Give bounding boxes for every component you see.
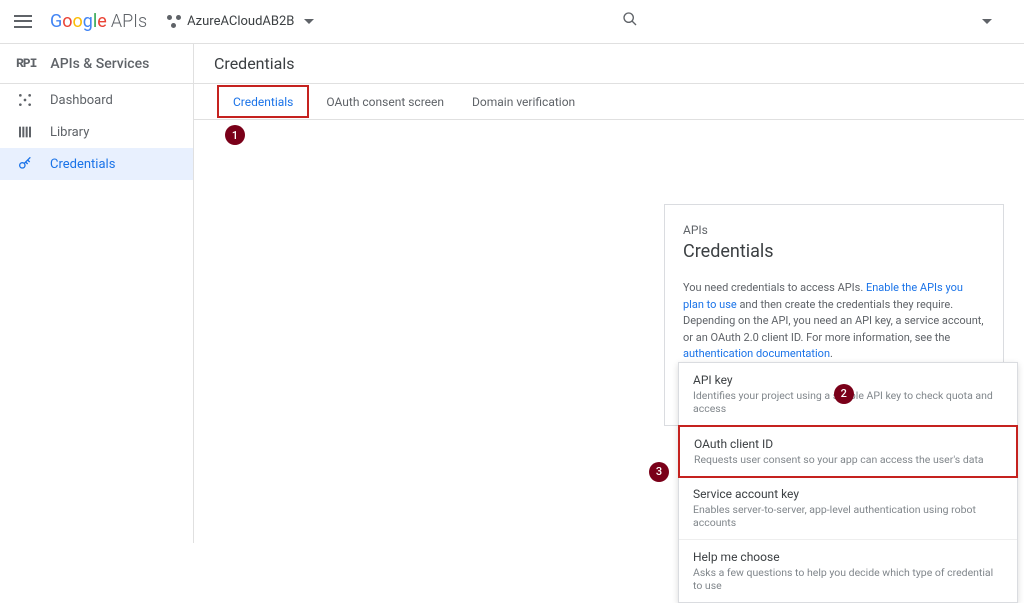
- caret-down-icon: [978, 19, 992, 24]
- api-icon: RPI: [16, 56, 36, 71]
- dropdown-item-help-me-choose[interactable]: Help me choose Asks a few questions to h…: [679, 540, 1017, 602]
- nav-section-title[interactable]: RPI APIs & Services: [0, 44, 193, 84]
- tab-credentials[interactable]: Credentials: [217, 85, 309, 118]
- dropdown-item-oauth-client-id[interactable]: OAuth client ID Requests user consent so…: [678, 425, 1018, 478]
- project-name: AzureACloudAB2B: [187, 14, 294, 29]
- auth-doc-link[interactable]: authentication documentation: [683, 347, 830, 360]
- annotation-3: 3: [649, 462, 669, 482]
- logo-suffix: APIs: [111, 11, 147, 32]
- sidebar-item-credentials[interactable]: Credentials: [0, 148, 193, 180]
- sidebar-item-label: Library: [50, 125, 89, 140]
- body-wrap: RPI APIs & Services Dashboard Library Cr…: [0, 44, 1024, 543]
- project-icon: [167, 15, 181, 29]
- sidebar-item-library[interactable]: Library: [0, 116, 193, 148]
- key-icon: [16, 155, 34, 173]
- search-icon: [622, 11, 638, 32]
- google-apis-logo[interactable]: Google APIs: [50, 11, 147, 32]
- card-title: Credentials: [683, 241, 985, 262]
- page-title: Credentials: [214, 54, 295, 73]
- content-area: Credentials Credentials OAuth consent sc…: [194, 44, 1024, 543]
- chevron-down-icon: [304, 19, 314, 24]
- annotation-1: 1: [225, 125, 245, 145]
- tab-oauth-consent[interactable]: OAuth consent screen: [312, 84, 458, 119]
- tab-domain-verification[interactable]: Domain verification: [458, 84, 589, 119]
- card-eyebrow: APIs: [683, 223, 985, 237]
- left-nav: RPI APIs & Services Dashboard Library Cr…: [0, 44, 194, 543]
- sidebar-item-label: Credentials: [50, 157, 115, 172]
- sidebar-item-dashboard[interactable]: Dashboard: [0, 84, 193, 116]
- tab-row: Credentials OAuth consent screen Domain …: [194, 84, 1024, 120]
- sidebar-item-label: Dashboard: [50, 93, 113, 108]
- dashboard-icon: [16, 91, 34, 109]
- menu-icon[interactable]: [12, 10, 36, 34]
- project-selector[interactable]: AzureACloudAB2B: [167, 14, 314, 29]
- annotation-2: 2: [834, 384, 854, 404]
- library-icon: [16, 123, 34, 141]
- dropdown-item-service-account[interactable]: Service account key Enables server-to-se…: [679, 477, 1017, 540]
- search-area[interactable]: [622, 6, 992, 38]
- top-bar: Google APIs AzureACloudAB2B: [0, 0, 1024, 44]
- card-description: You need credentials to access APIs. Ena…: [683, 280, 985, 363]
